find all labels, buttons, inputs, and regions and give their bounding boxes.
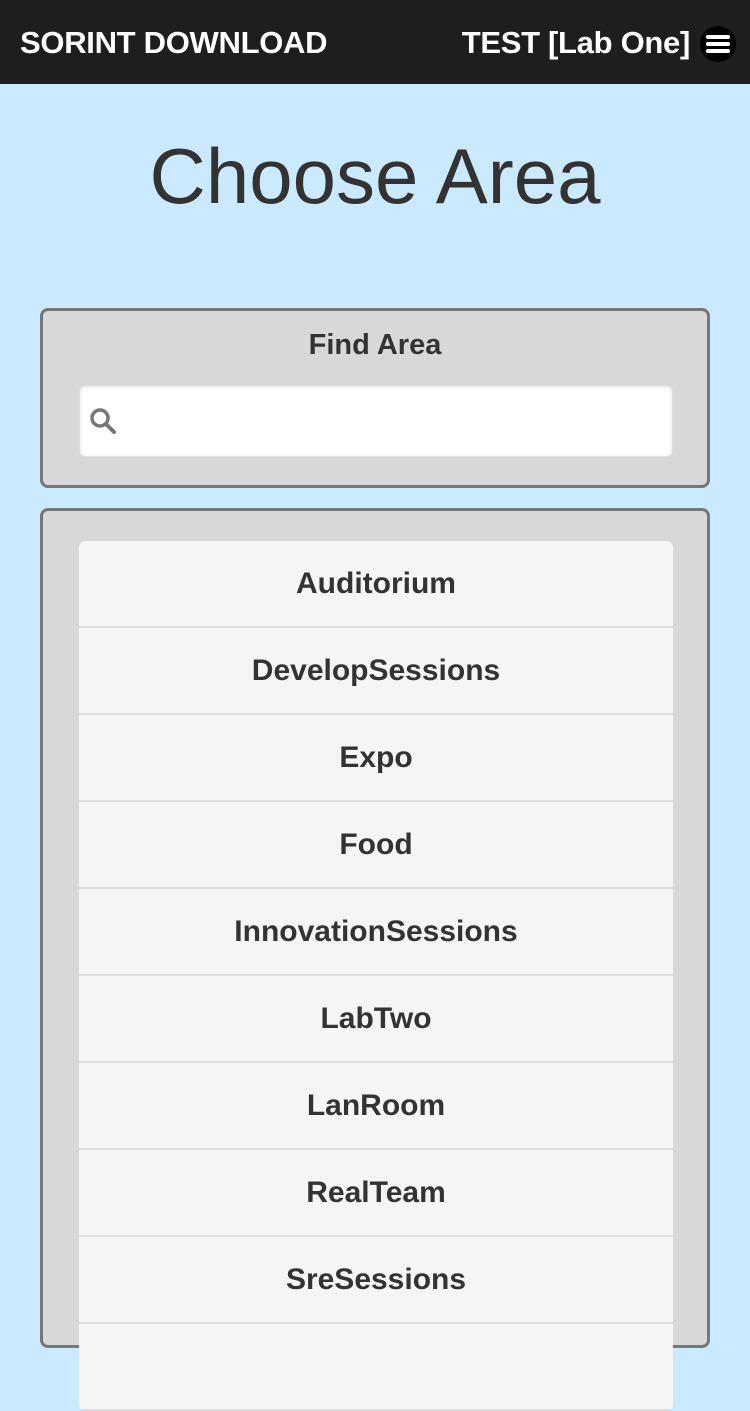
list-item-real-team[interactable]: RealTeam [79, 1150, 673, 1237]
page-title: Choose Area [149, 132, 601, 220]
menu-bar-line [706, 35, 730, 39]
list-item-expo[interactable]: Expo [79, 715, 673, 802]
search-input[interactable] [126, 386, 666, 456]
list-item-food[interactable]: Food [79, 802, 673, 889]
menu-bar-line [706, 42, 730, 46]
list-item-lab-two[interactable]: LabTwo [79, 976, 673, 1063]
list-item-auditorium[interactable]: Auditorium [79, 541, 673, 628]
list-item-partial[interactable] [79, 1324, 673, 1411]
hamburger-menu-icon[interactable] [700, 26, 736, 62]
list-item-sre-sessions[interactable]: SreSessions [79, 1237, 673, 1324]
list-item-lan-room[interactable]: LanRoom [79, 1063, 673, 1150]
list-item-innovation-sessions[interactable]: InnovationSessions [79, 889, 673, 976]
area-list-panel: Auditorium DevelopSessions Expo Food Inn… [40, 508, 710, 1411]
app-brand-title[interactable]: SORINT DOWNLOAD [20, 25, 328, 61]
area-list: Auditorium DevelopSessions Expo Food Inn… [79, 541, 673, 1411]
list-item-develop-sessions[interactable]: DevelopSessions [79, 628, 673, 715]
top-nav-bar: SORINT DOWNLOAD TEST [Lab One] [0, 0, 750, 84]
current-context-label: TEST [Lab One] [461, 25, 691, 60]
search-icon [90, 408, 116, 434]
search-field[interactable] [79, 385, 673, 457]
menu-bar-line [706, 49, 730, 53]
find-area-label: Find Area [308, 329, 442, 361]
find-area-panel: Find Area [40, 308, 710, 488]
